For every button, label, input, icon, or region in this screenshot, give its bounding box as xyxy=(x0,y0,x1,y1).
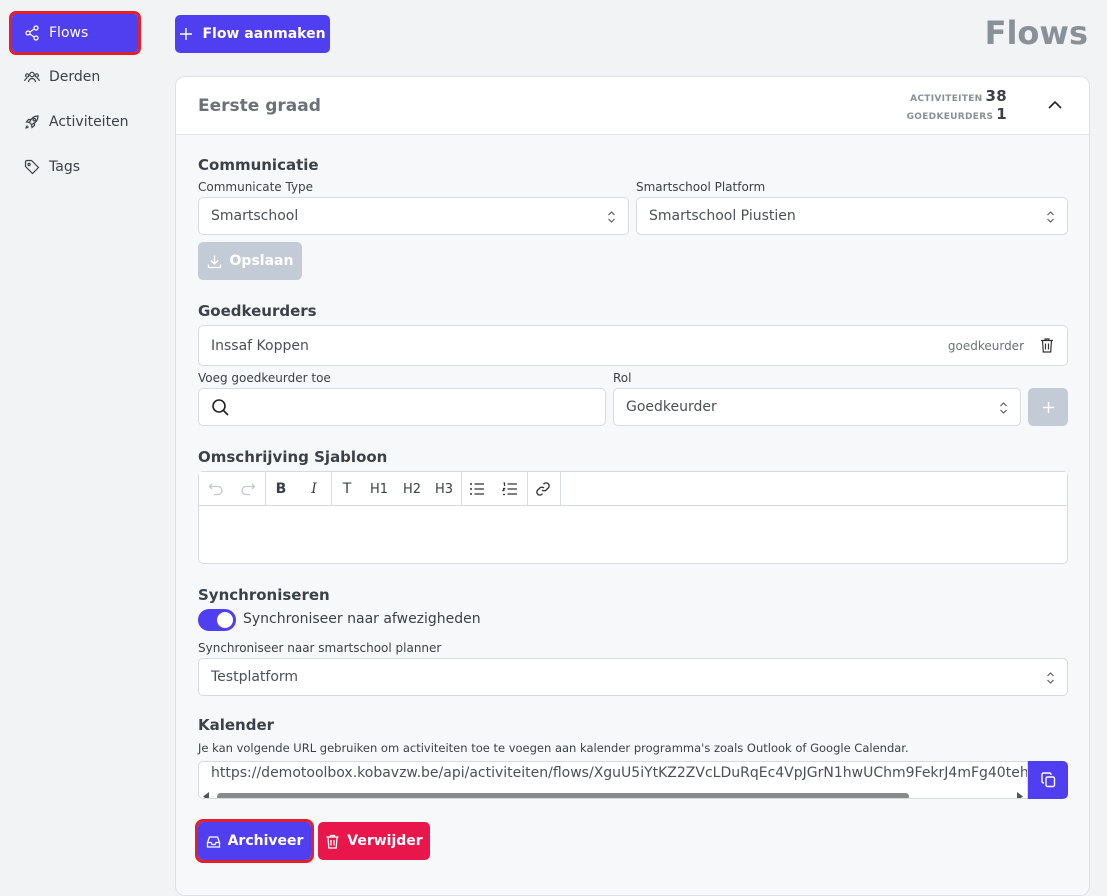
stat-approvers: GOEDKEURDERS 1 xyxy=(906,105,1007,123)
sidebar: Flows Derden Activiteiten Tags xyxy=(0,0,160,885)
link-icon[interactable] xyxy=(532,479,554,499)
section-title-communicatie: Communicatie xyxy=(198,156,319,174)
search-icon xyxy=(212,398,229,416)
plus-icon xyxy=(180,28,193,40)
undo-icon[interactable] xyxy=(205,479,227,499)
calendar-description: Je kan volgende URL gebruiken om activit… xyxy=(198,741,909,755)
delete-button[interactable]: Verwijder xyxy=(318,822,430,860)
section-title-goedkeurders: Goedkeurders xyxy=(198,302,317,320)
add-approver-label: Voeg goedkeurder toe xyxy=(198,371,331,385)
card-header[interactable]: Eerste graad ACTIVITEITEN 38 GOEDKEURDER… xyxy=(176,77,1089,135)
horizontal-scrollbar[interactable] xyxy=(203,786,1023,798)
toolbar-divider xyxy=(331,472,332,506)
trash-icon[interactable] xyxy=(1039,337,1055,354)
archive-icon xyxy=(206,835,220,848)
sidebar-item-label: Flows xyxy=(49,25,89,41)
copy-url-button[interactable] xyxy=(1028,761,1068,799)
sidebar-item-label: Derden xyxy=(49,69,101,85)
toolbar-divider xyxy=(527,472,528,506)
smartschool-platform-select[interactable]: Smartschool Piustien xyxy=(636,197,1068,235)
select-arrow-icon xyxy=(1047,672,1054,684)
stat-activities: ACTIVITEITEN 38 xyxy=(910,87,1007,105)
role-label: Rol xyxy=(613,371,632,385)
planner-select[interactable]: Testplatform xyxy=(198,658,1068,696)
flow-card: Eerste graad ACTIVITEITEN 38 GOEDKEURDER… xyxy=(175,76,1090,896)
text-button[interactable]: T xyxy=(336,479,358,499)
section-title-kalender: Kalender xyxy=(198,716,275,734)
editor-toolbar: B I T H1 H2 H3 xyxy=(199,472,1067,506)
card-title: Eerste graad xyxy=(198,96,321,116)
calendar-url: https://demotoolbox.kobavzw.be/api/activ… xyxy=(211,765,1028,781)
ordered-list-icon[interactable] xyxy=(499,479,521,499)
sidebar-item-activiteiten[interactable]: Activiteiten xyxy=(12,103,138,141)
plus-icon xyxy=(1042,401,1054,413)
h3-button[interactable]: H3 xyxy=(433,479,455,499)
sidebar-item-tags[interactable]: Tags xyxy=(12,148,138,186)
main-content: Flow aanmaken Flows Eerste graad ACTIVIT… xyxy=(175,0,1090,896)
page-title: Flows xyxy=(984,14,1088,52)
communicate-type-select[interactable]: Smartschool xyxy=(198,197,629,235)
rocket-icon xyxy=(25,115,39,129)
role-select[interactable]: Goedkeurder xyxy=(613,388,1021,426)
communicate-type-label: Communicate Type xyxy=(198,180,314,194)
planner-label: Synchroniseer naar smartschool planner xyxy=(198,641,442,655)
section-title-omschrijving: Omschrijving Sjabloon xyxy=(198,448,388,466)
toolbar-divider xyxy=(265,472,266,506)
bullet-list-icon[interactable] xyxy=(466,479,488,499)
bold-button[interactable]: B xyxy=(270,479,292,499)
select-arrow-icon xyxy=(1047,211,1054,223)
section-title-synchroniseren: Synchroniseren xyxy=(198,586,330,604)
smartschool-platform-label: Smartschool Platform xyxy=(636,180,766,194)
sidebar-item-label: Tags xyxy=(49,159,80,175)
add-approver-input[interactable] xyxy=(198,388,606,426)
select-arrow-icon xyxy=(1000,402,1007,414)
approver-row: Inssaf Koppen goedkeurder xyxy=(198,325,1068,366)
sidebar-item-label: Activiteiten xyxy=(49,114,129,130)
italic-button[interactable]: I xyxy=(303,479,325,499)
h2-button[interactable]: H2 xyxy=(401,479,423,499)
sync-absences-label: Synchroniseer naar afwezigheden xyxy=(243,611,481,627)
sidebar-item-flows[interactable]: Flows xyxy=(9,11,141,55)
calendar-url-field[interactable]: https://demotoolbox.kobavzw.be/api/activ… xyxy=(198,761,1028,799)
trash-icon xyxy=(326,834,339,849)
sidebar-item-derden[interactable]: Derden xyxy=(12,58,138,96)
redo-icon[interactable] xyxy=(237,479,259,499)
add-approver-button[interactable] xyxy=(1028,388,1068,426)
copy-icon xyxy=(1040,772,1055,788)
chevron-up-icon[interactable] xyxy=(1045,95,1065,115)
description-editor[interactable]: B I T H1 H2 H3 xyxy=(198,471,1068,564)
download-icon xyxy=(207,255,221,268)
share-icon xyxy=(25,25,39,41)
sync-absences-toggle[interactable] xyxy=(198,609,236,631)
create-flow-button[interactable]: Flow aanmaken xyxy=(175,15,330,53)
approver-role: goedkeurder xyxy=(947,338,1024,353)
users-icon xyxy=(24,71,40,83)
save-button[interactable]: Opslaan xyxy=(198,242,302,280)
card-body: Communicatie Communicate Type Smartschoo… xyxy=(176,135,1089,895)
h1-button[interactable]: H1 xyxy=(368,479,390,499)
tag-icon xyxy=(24,159,40,175)
archive-button[interactable]: Archiveer xyxy=(195,819,314,863)
toolbar-divider xyxy=(461,472,462,506)
toolbar-divider xyxy=(560,472,561,506)
select-arrow-icon xyxy=(608,211,615,223)
